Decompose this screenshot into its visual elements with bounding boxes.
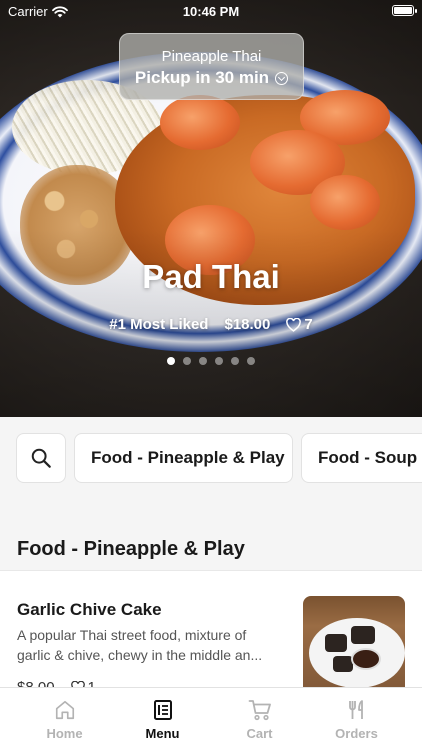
hero-title: Pad Thai — [142, 258, 280, 295]
menu-item-description-line: garlic & chive, chewy in the middle an..… — [17, 647, 263, 663]
menu-item-description-line: A popular Thai street food, mixture of — [17, 627, 247, 643]
menu-item-image-sauce — [351, 648, 381, 670]
tab-cart[interactable]: Cart — [211, 688, 308, 750]
hero-meta: #1 Most Liked $18.00 7 — [0, 316, 422, 333]
menu-item-image-cake — [325, 634, 347, 652]
tab-orders[interactable]: Orders — [308, 688, 405, 750]
page-dot[interactable] — [199, 357, 207, 365]
menu-item-card[interactable]: Garlic Chive Cake A popular Thai street … — [0, 570, 422, 700]
search-icon — [31, 448, 51, 468]
status-bar: Carrier 10:46 PM — [0, 0, 422, 22]
category-bar: Food - Pineapple & Play Food - Soup — [0, 417, 422, 502]
menu-item-description: A popular Thai street food, mixture of g… — [17, 625, 289, 665]
hero-likes[interactable]: 7 — [286, 316, 313, 333]
page-dot[interactable] — [183, 357, 191, 365]
pickup-time: Pickup in 30 min — [120, 68, 303, 88]
status-time: 10:46 PM — [182, 4, 240, 19]
home-icon — [55, 700, 74, 720]
hero-likes-count: 7 — [304, 316, 313, 333]
tab-cart-label: Cart — [246, 726, 273, 741]
pickup-selector[interactable]: Pineapple Thai Pickup in 30 min — [119, 33, 304, 100]
hero-badge: #1 Most Liked — [109, 316, 209, 333]
orders-icon — [348, 700, 363, 719]
battery-icon — [392, 5, 417, 16]
chevron-down-circle-icon — [275, 71, 289, 85]
page-dot[interactable] — [247, 357, 255, 365]
page-dot[interactable] — [215, 357, 223, 365]
tab-home-label: Home — [46, 726, 83, 741]
menu-item-name: Garlic Chive Cake — [17, 600, 162, 619]
tab-orders-label: Orders — [335, 726, 378, 741]
restaurant-name: Pineapple Thai — [161, 48, 262, 65]
category-chip[interactable]: Food - Pineapple & Play — [74, 433, 293, 483]
hero-carousel[interactable]: Carrier 10:46 PM Pineapple Thai Pickup i… — [0, 0, 422, 417]
carousel-page-indicator[interactable] — [0, 357, 422, 365]
page-dot[interactable] — [231, 357, 239, 365]
page-dot[interactable] — [167, 357, 175, 365]
tab-menu-label: Menu — [145, 726, 180, 741]
search-button[interactable] — [16, 433, 66, 483]
tab-menu[interactable]: Menu — [114, 688, 211, 750]
heart-icon — [286, 317, 302, 332]
pickup-time-label: Pickup in 30 min — [134, 68, 270, 87]
menu-item-image-cake — [351, 626, 375, 644]
hero-price: $18.00 — [224, 316, 271, 333]
section-title: Food - Pineapple & Play — [17, 538, 245, 560]
tab-home[interactable]: Home — [16, 688, 113, 750]
menu-icon — [153, 700, 172, 720]
cart-icon — [248, 700, 271, 721]
tab-bar: Home Menu Cart Orders — [0, 687, 422, 750]
category-chip[interactable]: Food - Soup — [301, 433, 422, 483]
menu-item-image — [303, 596, 405, 696]
menu-item-image-cake — [333, 656, 353, 672]
